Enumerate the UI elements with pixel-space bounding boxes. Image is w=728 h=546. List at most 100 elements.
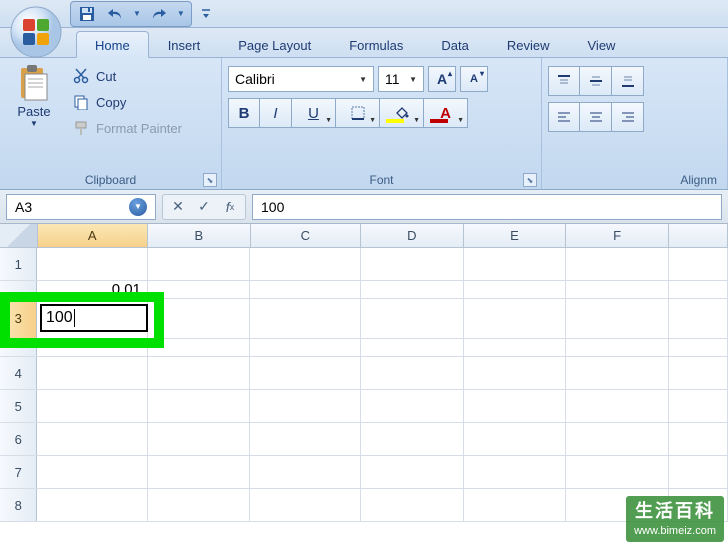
cell[interactable] <box>464 390 567 422</box>
tab-review[interactable]: Review <box>488 31 569 58</box>
cell[interactable] <box>148 248 251 280</box>
cell[interactable] <box>361 456 464 488</box>
grow-font-button[interactable]: A▴ <box>428 66 456 92</box>
italic-button[interactable]: I <box>260 98 292 128</box>
cell[interactable] <box>464 423 567 455</box>
clipboard-dialog-launcher[interactable]: ⬊ <box>203 173 217 187</box>
row-header-1[interactable]: 1 <box>0 248 37 280</box>
cell[interactable] <box>464 299 567 338</box>
tab-data[interactable]: Data <box>422 31 487 58</box>
fill-color-button[interactable]: ▼ <box>380 98 424 128</box>
copy-button[interactable]: Copy <box>68 92 186 112</box>
cell[interactable] <box>361 390 464 422</box>
qat-customize-icon[interactable] <box>200 4 212 24</box>
row-header-2[interactable] <box>0 281 37 298</box>
save-button[interactable] <box>77 4 97 24</box>
tab-page-layout[interactable]: Page Layout <box>219 31 330 58</box>
align-middle-button[interactable] <box>580 66 612 96</box>
font-size-selector[interactable]: 11 ▼ <box>378 66 424 92</box>
cell[interactable] <box>669 390 728 422</box>
active-cell-editor[interactable]: 100 <box>40 304 148 332</box>
cell[interactable] <box>566 456 669 488</box>
cell[interactable] <box>37 357 147 389</box>
cell[interactable] <box>361 281 464 298</box>
align-center-button[interactable] <box>580 102 612 132</box>
cell[interactable] <box>464 339 567 356</box>
row-header-8[interactable]: 8 <box>0 489 37 521</box>
cell[interactable] <box>566 248 669 280</box>
cell[interactable] <box>250 281 360 298</box>
cell[interactable] <box>566 423 669 455</box>
cell[interactable] <box>669 248 728 280</box>
bold-button[interactable]: B <box>228 98 260 128</box>
column-header-b[interactable]: B <box>148 224 251 247</box>
cut-button[interactable]: Cut <box>68 66 186 86</box>
cell[interactable] <box>148 390 251 422</box>
font-dialog-launcher[interactable]: ⬊ <box>523 173 537 187</box>
tab-view[interactable]: View <box>569 31 635 58</box>
cell[interactable] <box>148 281 251 298</box>
border-button[interactable]: ▼ <box>336 98 380 128</box>
formula-input[interactable]: 100 <box>252 194 722 220</box>
cell[interactable] <box>464 456 567 488</box>
cell[interactable] <box>464 281 567 298</box>
cell[interactable] <box>37 423 147 455</box>
undo-dropdown-icon[interactable]: ▼ <box>133 9 141 18</box>
cell[interactable] <box>250 390 360 422</box>
undo-button[interactable] <box>105 4 125 24</box>
cell[interactable] <box>464 489 567 521</box>
cell[interactable] <box>669 281 728 298</box>
cell[interactable] <box>148 489 251 521</box>
cell[interactable] <box>566 299 669 338</box>
row-header-4[interactable]: 4 <box>0 357 37 389</box>
tab-formulas[interactable]: Formulas <box>330 31 422 58</box>
cell[interactable] <box>566 339 669 356</box>
cell[interactable] <box>250 248 360 280</box>
cell[interactable] <box>250 423 360 455</box>
cell[interactable] <box>566 281 669 298</box>
cancel-edit-button[interactable]: ✕ <box>169 198 187 216</box>
cell[interactable] <box>250 357 360 389</box>
name-box-dropdown-icon[interactable]: ▼ <box>129 198 147 216</box>
column-header-f[interactable]: F <box>566 224 669 247</box>
column-header-g[interactable] <box>669 224 728 247</box>
row-header-6[interactable]: 6 <box>0 423 37 455</box>
cell[interactable] <box>148 357 251 389</box>
tab-home[interactable]: Home <box>76 31 149 58</box>
select-all-corner[interactable] <box>0 224 38 247</box>
row-header-3[interactable]: 3 <box>0 299 37 338</box>
cell[interactable] <box>669 357 728 389</box>
cell[interactable] <box>669 423 728 455</box>
row-header[interactable] <box>0 339 37 356</box>
font-name-selector[interactable]: Calibri ▼ <box>228 66 374 92</box>
cell[interactable] <box>566 390 669 422</box>
office-button[interactable] <box>10 6 62 58</box>
cell[interactable] <box>669 339 728 356</box>
row-header-7[interactable]: 7 <box>0 456 37 488</box>
cell[interactable] <box>361 299 464 338</box>
cell[interactable] <box>250 339 360 356</box>
cell[interactable]: 0.01 <box>37 281 147 298</box>
cell[interactable] <box>250 299 360 338</box>
cell[interactable] <box>148 299 251 338</box>
cell[interactable] <box>361 357 464 389</box>
cell[interactable] <box>361 423 464 455</box>
row-header-5[interactable]: 5 <box>0 390 37 422</box>
underline-button[interactable]: U▼ <box>292 98 336 128</box>
cell[interactable] <box>148 423 251 455</box>
format-painter-button[interactable]: Format Painter <box>68 118 186 138</box>
align-right-button[interactable] <box>612 102 644 132</box>
column-header-e[interactable]: E <box>464 224 567 247</box>
redo-dropdown-icon[interactable]: ▼ <box>177 9 185 18</box>
cell[interactable] <box>669 299 728 338</box>
cell[interactable] <box>37 390 147 422</box>
tab-insert[interactable]: Insert <box>149 31 220 58</box>
column-header-c[interactable]: C <box>251 224 361 247</box>
cell[interactable] <box>464 248 567 280</box>
cell[interactable] <box>37 489 147 521</box>
cell[interactable] <box>250 489 360 521</box>
cell[interactable] <box>361 339 464 356</box>
column-header-a[interactable]: A <box>38 224 148 247</box>
cell[interactable] <box>37 248 147 280</box>
shrink-font-button[interactable]: A▾ <box>460 66 488 92</box>
